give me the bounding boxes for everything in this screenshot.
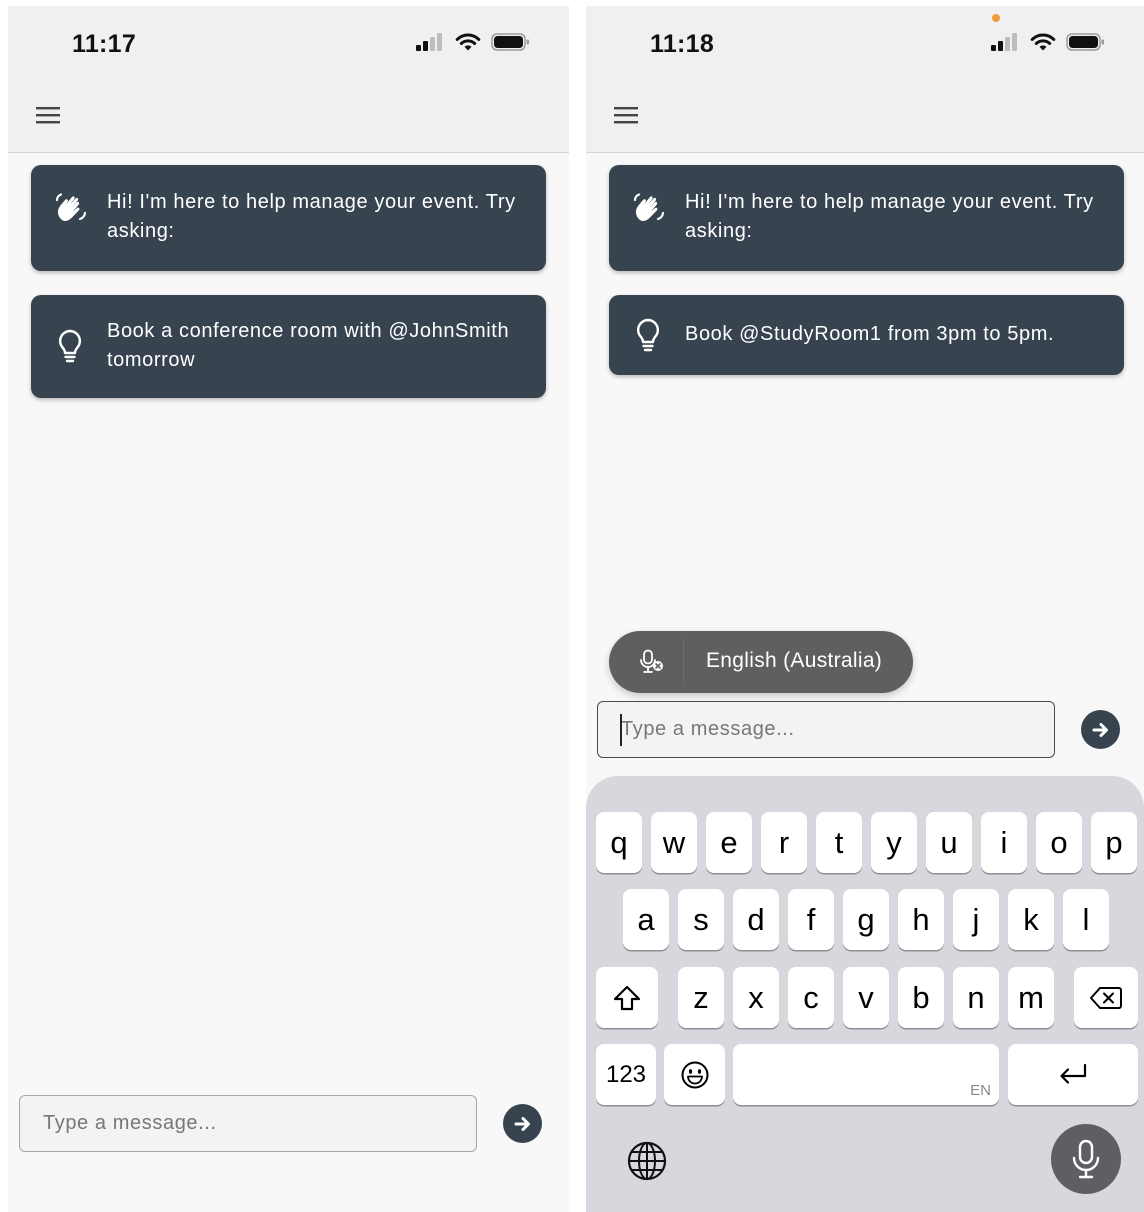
numbers-key[interactable]: 123: [596, 1044, 656, 1105]
wifi-icon: [1030, 33, 1056, 51]
on-screen-keyboard: q w e r t y u i o p a s d f g h j k l z …: [586, 776, 1144, 1212]
key-p[interactable]: p: [1091, 812, 1137, 873]
status-time: 11:18: [650, 30, 715, 58]
return-key[interactable]: [1008, 1044, 1138, 1105]
key-y[interactable]: y: [871, 812, 917, 873]
key-v[interactable]: v: [843, 967, 889, 1028]
key-m[interactable]: m: [1008, 967, 1054, 1028]
key-s[interactable]: s: [678, 889, 724, 950]
emoji-icon: [681, 1061, 708, 1088]
send-button[interactable]: [1081, 710, 1120, 749]
key-e[interactable]: e: [706, 812, 752, 873]
battery-icon: [491, 33, 529, 51]
key-x[interactable]: x: [733, 967, 779, 1028]
message-input-placeholder: Type a message...: [43, 1112, 217, 1134]
key-f[interactable]: f: [788, 889, 834, 950]
key-l[interactable]: l: [1063, 889, 1109, 950]
key-z[interactable]: z: [678, 967, 724, 1028]
menu-icon[interactable]: [34, 102, 64, 128]
signal-icon: [991, 33, 1017, 51]
phone-screen-left: 11:17 Hi! I'm here to help manage your e…: [8, 6, 569, 1212]
menu-icon[interactable]: [612, 102, 642, 128]
message-input-placeholder: Type a message...: [621, 718, 795, 740]
app-bar: [8, 78, 569, 153]
globe-icon[interactable]: [626, 1140, 668, 1182]
text-cursor: [620, 714, 622, 746]
status-bar: 11:18: [586, 6, 1144, 78]
send-arrow-icon: [1092, 722, 1108, 737]
suggestion-text: Book @StudyRoom1 from 3pm to 5pm.: [685, 323, 1055, 345]
backspace-icon: [1090, 986, 1122, 1009]
suggestion-message[interactable]: Book a conference room with @JohnSmith t…: [31, 295, 546, 398]
key-u[interactable]: u: [926, 812, 972, 873]
send-arrow-icon: [514, 1116, 530, 1131]
suggestion-message[interactable]: Book @StudyRoom1 from 3pm to 5pm.: [609, 295, 1124, 375]
space-key-language-hint: EN: [970, 1082, 991, 1099]
status-icons: [415, 32, 531, 52]
privacy-indicator-dot: [992, 14, 1000, 22]
emoji-key[interactable]: [664, 1044, 725, 1105]
phone-screen-right: 11:18 Hi! I'm here to help manage your e…: [586, 6, 1144, 1212]
key-h[interactable]: h: [898, 889, 944, 950]
wave-hand-icon: [633, 193, 665, 222]
wave-hand-icon: [55, 193, 87, 222]
app-bar: [586, 78, 1144, 153]
shift-icon: [613, 985, 641, 1010]
backspace-key[interactable]: [1074, 967, 1138, 1028]
dictation-language-label: English (Australia): [706, 649, 883, 672]
key-g[interactable]: g: [843, 889, 889, 950]
key-t[interactable]: t: [816, 812, 862, 873]
mic-off-icon: [640, 649, 663, 673]
key-r[interactable]: r: [761, 812, 807, 873]
key-d[interactable]: d: [733, 889, 779, 950]
send-button[interactable]: [503, 1104, 542, 1143]
wifi-icon: [455, 33, 481, 51]
key-n[interactable]: n: [953, 967, 999, 1028]
greeting-text: Hi! I'm here to help manage your event. …: [685, 191, 1094, 242]
dictation-mic-button[interactable]: [1051, 1124, 1121, 1194]
lightbulb-icon: [636, 318, 660, 352]
greeting-message: Hi! I'm here to help manage your event. …: [31, 165, 546, 271]
key-o[interactable]: o: [1036, 812, 1082, 873]
key-i[interactable]: i: [981, 812, 1027, 873]
key-a[interactable]: a: [623, 889, 669, 950]
key-b[interactable]: b: [898, 967, 944, 1028]
shift-key[interactable]: [596, 967, 658, 1028]
suggestion-text: Book a conference room with @JohnSmith t…: [107, 320, 510, 371]
key-q[interactable]: q: [596, 812, 642, 873]
status-time: 11:17: [72, 30, 137, 58]
key-k[interactable]: k: [1008, 889, 1054, 950]
battery-icon: [1066, 33, 1104, 51]
lightbulb-icon: [58, 329, 82, 363]
pill-separator: [683, 639, 684, 685]
message-input[interactable]: Type a message...: [19, 1095, 477, 1152]
key-j[interactable]: j: [953, 889, 999, 950]
signal-icon: [416, 33, 442, 51]
greeting-message: Hi! I'm here to help manage your event. …: [609, 165, 1124, 271]
key-w[interactable]: w: [651, 812, 697, 873]
greeting-text: Hi! I'm here to help manage your event. …: [107, 191, 516, 242]
dictation-language-pill[interactable]: English (Australia): [609, 631, 913, 693]
status-icons: [990, 32, 1106, 52]
key-c[interactable]: c: [788, 967, 834, 1028]
microphone-icon: [1072, 1139, 1100, 1179]
space-key[interactable]: EN: [733, 1044, 999, 1105]
return-icon: [1060, 1063, 1087, 1084]
message-input[interactable]: Type a message...: [597, 701, 1055, 758]
status-bar: 11:17: [8, 6, 569, 78]
